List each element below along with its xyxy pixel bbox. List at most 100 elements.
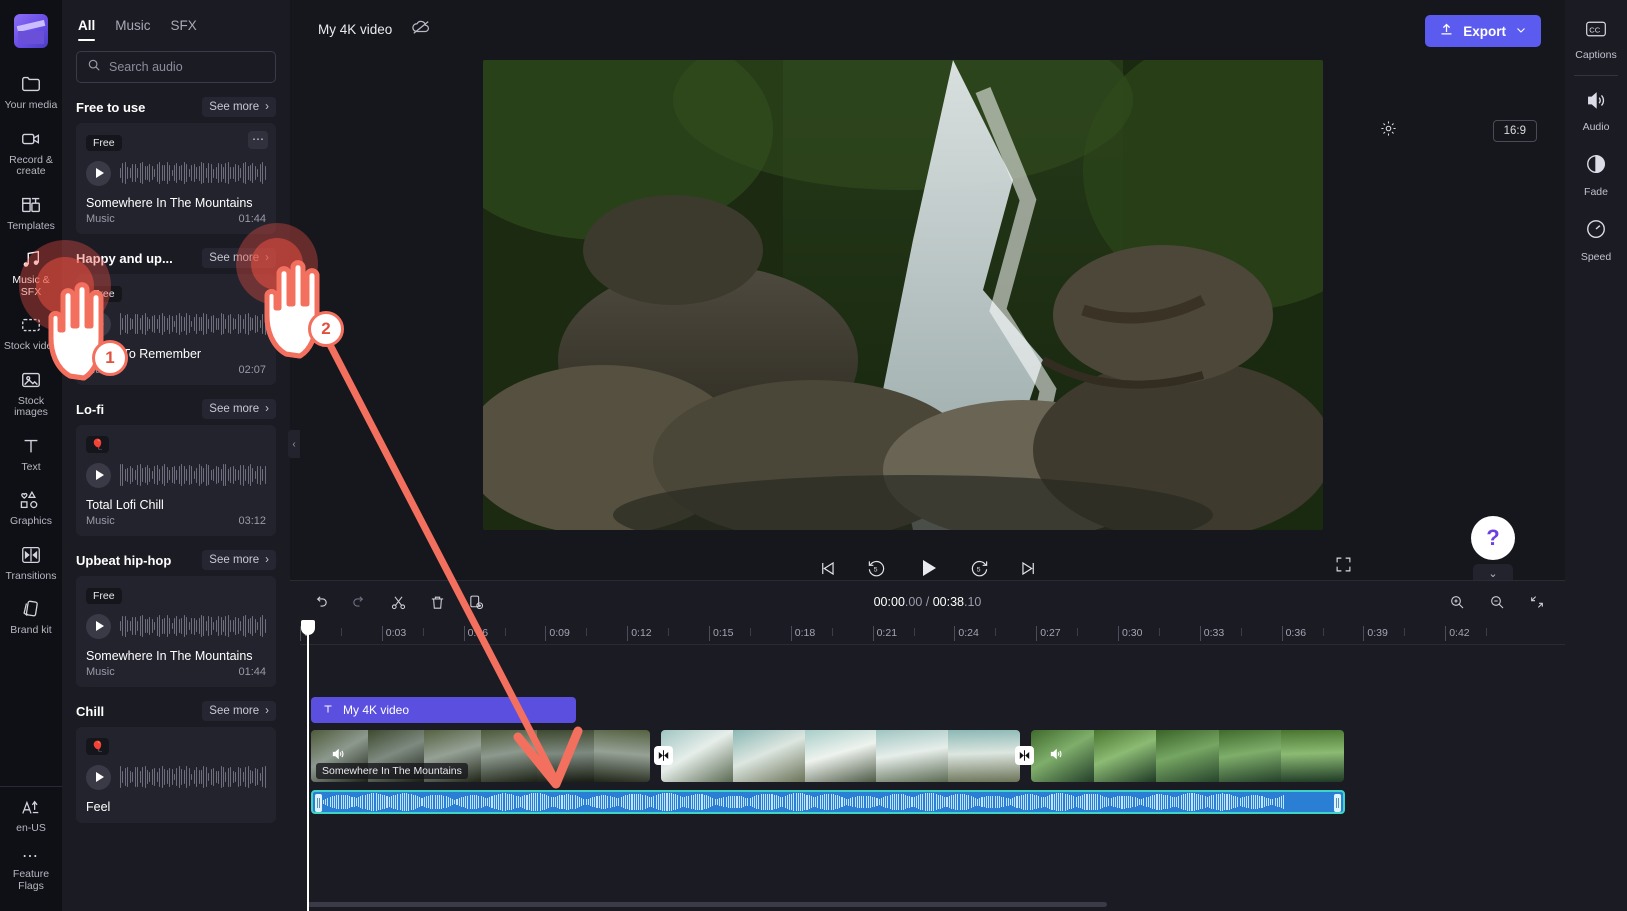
right-property-rail: CC Captions Audio Fade Speed [1565,0,1627,911]
play-button[interactable] [86,613,111,639]
undo-button[interactable] [312,594,329,611]
sidebar-item-stock-video[interactable]: Stock video [0,305,62,360]
sidebar-item-label: Transitions [5,569,57,582]
sidebar-item-text[interactable]: Text [0,426,62,481]
timeline-clip-video-3[interactable] [1031,730,1344,782]
sidebar-item-graphics[interactable]: Graphics [0,480,62,535]
cloud-offline-icon[interactable] [410,18,432,41]
sidebar-item-language[interactable]: en-US [0,789,62,842]
gear-icon[interactable] [1380,120,1397,142]
section-title: Lo-fi [76,401,105,417]
video-stage: 16:9 5 5 [290,58,1565,576]
aspect-ratio-button[interactable]: 16:9 [1492,120,1537,142]
see-more-free-to-use[interactable]: See more › [202,97,276,117]
timeline-horizontal-scrollbar[interactable] [307,902,1107,907]
skip-to-start-icon[interactable] [818,559,837,583]
sidebar-item-stock-images[interactable]: Stock images [0,360,62,426]
skip-to-end-icon[interactable] [1019,559,1038,583]
cc-icon: CC [1585,20,1607,43]
zoom-out-button[interactable] [1489,594,1505,610]
see-more-chill[interactable]: See more › [202,701,276,721]
right-rail-label: Captions [1575,49,1617,61]
svg-text:5: 5 [976,566,980,573]
timeline-clip-video-2[interactable] [661,730,1020,782]
tab-captions[interactable]: CC Captions [1565,10,1627,71]
audio-meta: Music 01:44 [86,666,266,678]
image-icon [20,369,42,391]
sidebar-item-your-media[interactable]: Your media [0,64,62,119]
tab-fade[interactable]: Fade [1565,143,1627,208]
clip-label: My 4K video [343,703,410,717]
fit-to-screen-button[interactable] [1529,594,1545,610]
delete-button[interactable] [429,594,446,611]
sidebar-item-label: Text [21,460,41,473]
panel-tabs: All Music SFX [62,0,290,41]
see-more-lo-fi[interactable]: See more › [202,399,276,419]
audio-card-feel[interactable]: 🎈 Feel [76,727,276,823]
tab-speed[interactable]: Speed [1565,208,1627,273]
tab-music[interactable]: Music [115,18,150,41]
trim-handle-right[interactable] [1334,794,1341,812]
audio-card-somewhere-in-the-mountains-2[interactable]: Free Somewhere In The Mountains Music 01… [76,576,276,687]
see-more-happy-and-upbeat[interactable]: See more › [202,248,276,268]
transition-marker-2[interactable] [1015,746,1034,765]
card-menu-button[interactable]: ⋯ [248,131,268,149]
timeline-clip-audio-selected[interactable] [311,790,1345,814]
export-button[interactable]: Export [1425,15,1541,47]
audio-card-total-lofi-chill[interactable]: 🎈 Total Lofi Chill Music 03:12 [76,425,276,536]
tab-audio[interactable]: Audio [1565,80,1627,143]
audio-duration: 03:12 [238,515,266,527]
tab-all[interactable]: All [78,18,96,41]
ruler-label: 0:09 [549,627,570,639]
free-badge: Free [86,588,122,604]
sidebar-item-feature-flags[interactable]: ⋯ Feature Flags [0,841,62,899]
sidebar-item-music-sfx[interactable]: Music & SFX [0,239,62,305]
transitions-icon [20,544,42,566]
video-preview[interactable] [483,60,1323,530]
total-time-frames: .10 [963,595,982,609]
sidebar-item-templates[interactable]: Templates [0,185,62,240]
fullscreen-icon[interactable] [1335,556,1352,578]
sidebar-item-label: en-US [16,821,46,834]
sidebar-item-label: Graphics [9,515,52,527]
zoom-in-button[interactable] [1449,594,1465,610]
rewind-5-icon[interactable]: 5 [867,559,886,583]
playhead-handle[interactable] [301,620,315,635]
play-button[interactable] [86,462,111,488]
chevron-right-icon: › [265,705,269,717]
audio-card-a-day-to-remember[interactable]: Free A Day To Remember Music 02:07 [76,274,276,385]
forward-5-icon[interactable]: 5 [970,559,989,583]
duplicate-button[interactable] [468,594,485,611]
ruler-label: 0:12 [631,627,652,639]
tab-sfx[interactable]: SFX [171,18,197,41]
clipchamp-logo[interactable] [14,14,48,48]
see-more-upbeat-hip-hop[interactable]: See more › [202,550,276,570]
text-t-icon [20,435,42,457]
play-button[interactable] [86,160,111,186]
collapse-panel-button[interactable]: ‹ [288,430,300,458]
trim-handle-left[interactable] [315,794,322,812]
right-rail-label: Audio [1582,121,1610,133]
speaker-icon[interactable] [1049,747,1065,766]
play-button[interactable] [86,764,111,790]
play-button[interactable] [86,311,111,337]
timeline-clip-video-1[interactable]: Somewhere In The Mountains [311,730,650,782]
search-audio-box[interactable] [76,51,276,83]
timeline-ruler[interactable]: 00:030:060:090:120:150:180:210:240:270:3… [300,623,1565,645]
search-input[interactable] [109,60,265,74]
left-rail-bottom: en-US ⋯ Feature Flags [0,778,62,911]
timeline-clip-text[interactable]: My 4K video [311,697,576,723]
transition-marker-1[interactable] [654,746,673,765]
film-icon [20,314,42,336]
help-button[interactable]: ? [1471,516,1515,560]
audio-duration: 02:07 [238,364,266,376]
see-more-label: See more [209,101,260,113]
split-button[interactable] [390,594,407,611]
upload-icon [1439,22,1454,40]
sidebar-item-record-create[interactable]: Record & create [0,119,62,185]
sidebar-item-brand-kit[interactable]: Brand kit [0,589,62,644]
sidebar-item-label: Record & create [9,153,53,177]
sidebar-item-transitions[interactable]: Transitions [0,535,62,590]
redo-button[interactable] [351,594,368,611]
audio-card-somewhere-in-the-mountains[interactable]: Free ⋯ Somewhere In The Mountains Music … [76,123,276,234]
